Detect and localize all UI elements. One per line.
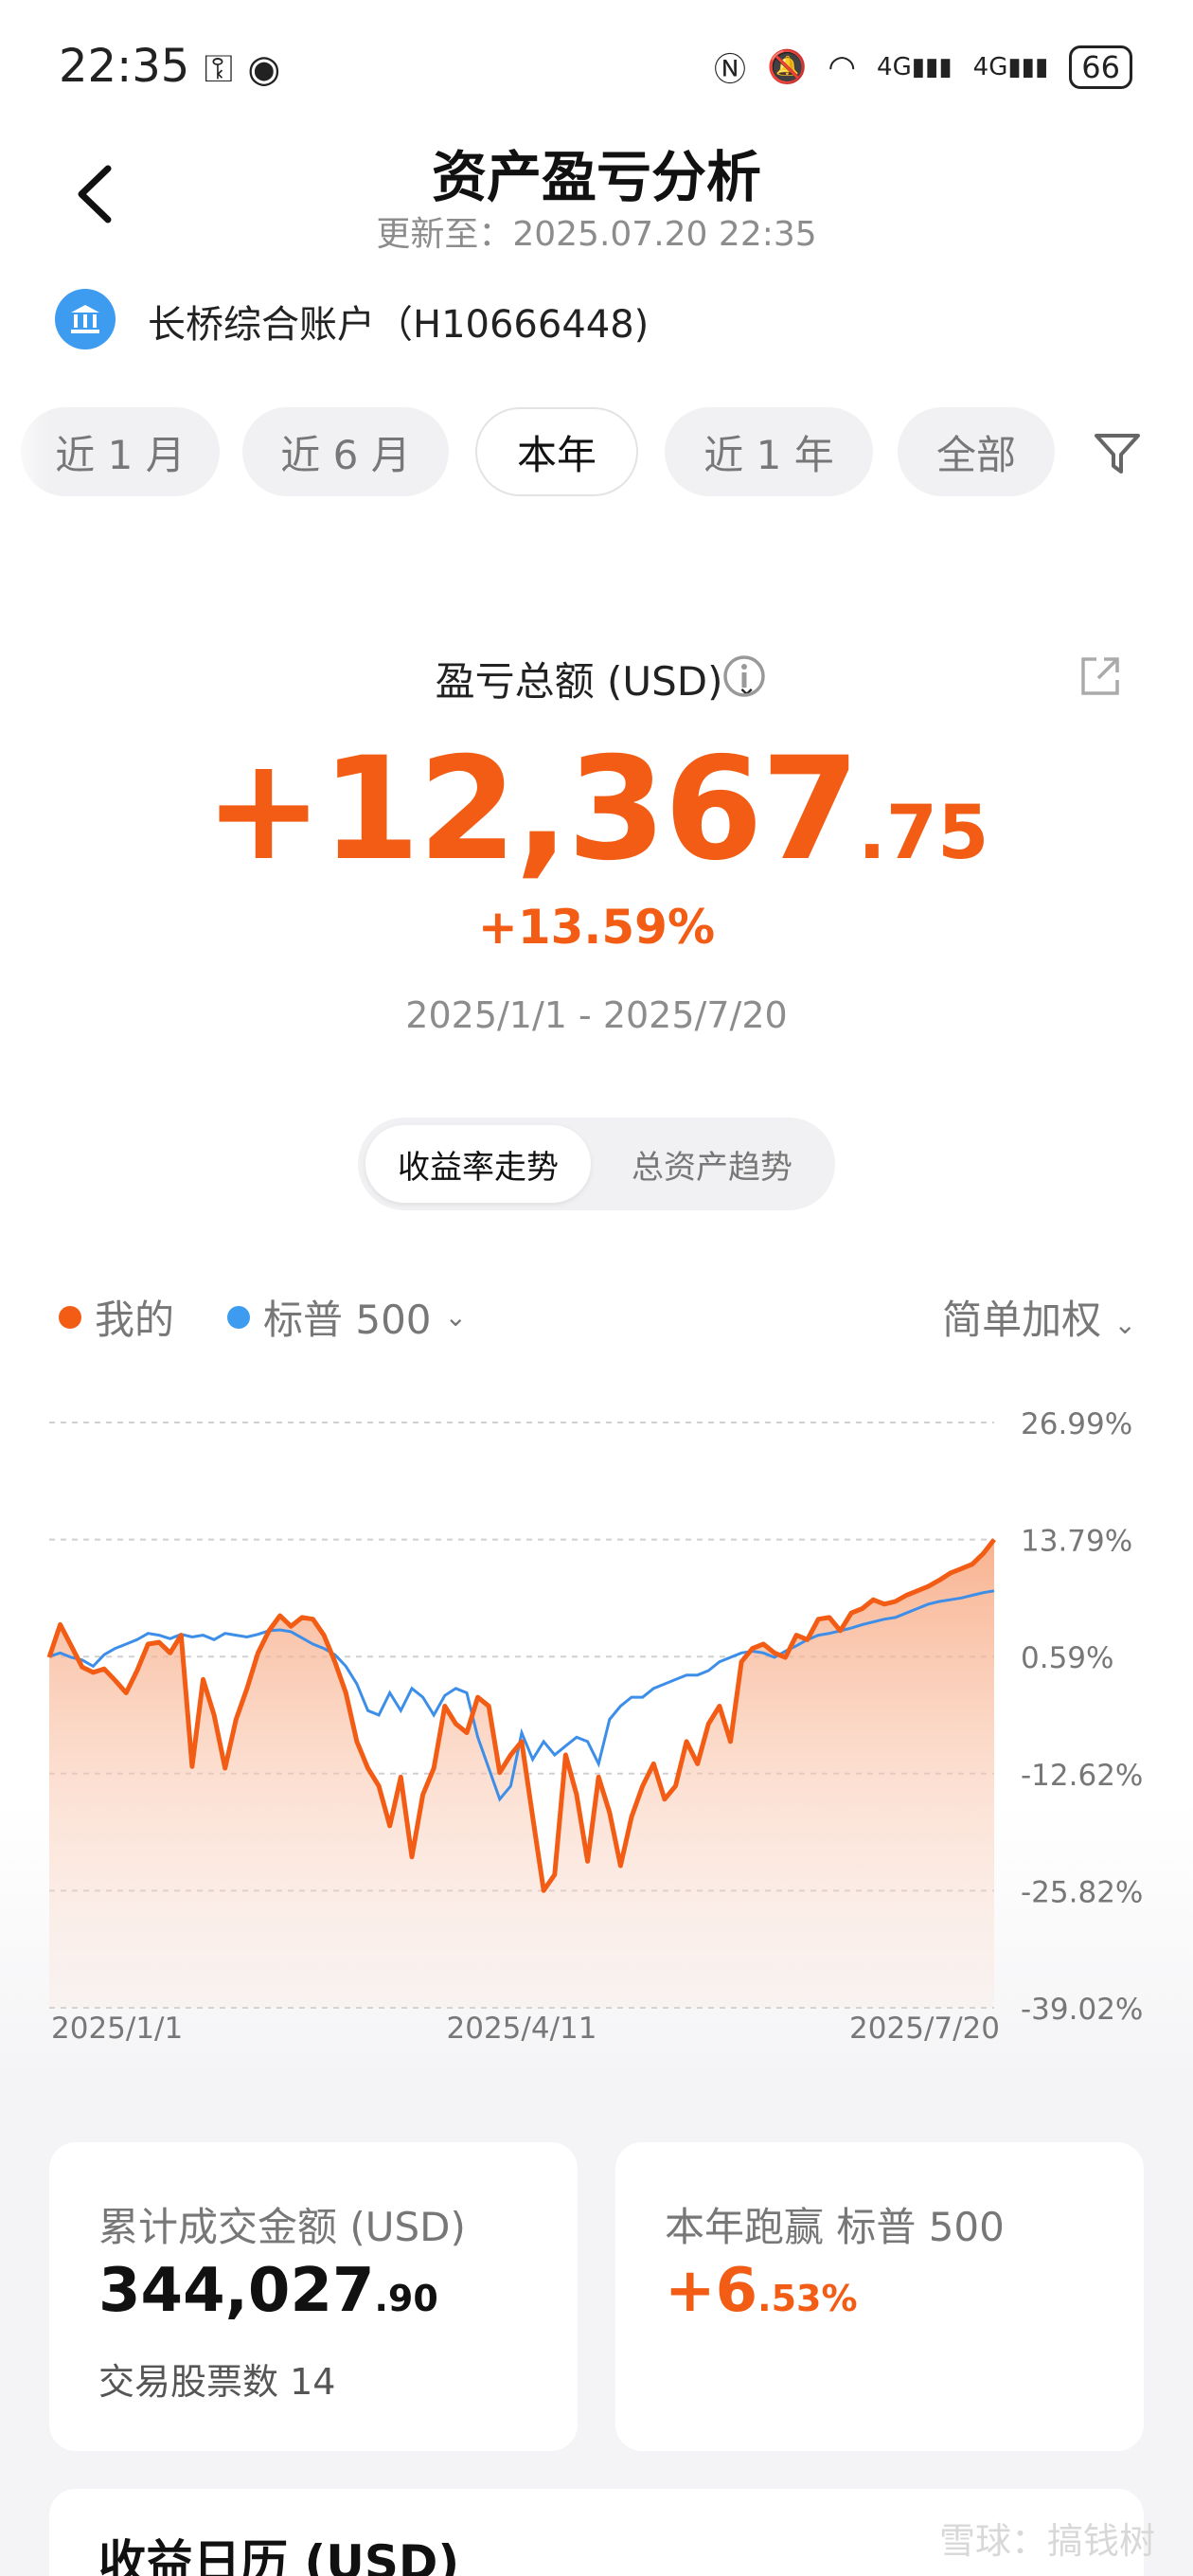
- y-tick-label: 0.59%: [1021, 1641, 1113, 1675]
- series-mine-area: [49, 1539, 994, 2008]
- turnover-label: 累计成交金额 (USD): [98, 2204, 466, 2250]
- tab-all[interactable]: 全部: [898, 407, 1055, 496]
- date-range: 2025/1/1 - 2025/7/20: [405, 994, 788, 1036]
- beat-dec: .53%: [757, 2278, 858, 2319]
- tab-fade: [0, 407, 49, 496]
- chevron-down-icon: ⌄: [444, 1301, 467, 1333]
- key-icon: ⚿: [204, 47, 234, 91]
- legend-benchmark-label: 标普 500: [263, 1297, 432, 1343]
- turnover-int: 344,027: [98, 2256, 375, 2326]
- pnl-total-selector[interactable]: 盈亏总额 (USD) ⌄: [0, 650, 1193, 707]
- account-selector[interactable]: 长桥综合账户（H10666448): [148, 294, 649, 349]
- filter-icon[interactable]: [1089, 424, 1146, 481]
- stocks-count: 交易股票数 14: [98, 2361, 336, 2403]
- benchmark-selector[interactable]: 标普 500 ⌄: [227, 1288, 467, 1346]
- x-tick-label: 2025/1/1: [51, 2012, 183, 2046]
- tab-1-month[interactable]: 近 1 月: [21, 407, 220, 496]
- mute-icon: 🔕: [767, 47, 808, 86]
- info-icon[interactable]: [721, 653, 767, 699]
- y-tick-label: 13.79%: [1021, 1525, 1132, 1559]
- pnl-amount: +12,367.75: [0, 727, 1193, 892]
- turnover-dec: .90: [374, 2278, 438, 2319]
- y-tick-label: -39.02%: [1021, 1993, 1143, 2027]
- beat-value: +6.53%: [665, 2256, 858, 2326]
- legend-mine: 我的: [59, 1288, 174, 1346]
- pnl-total-label: 盈亏总额 (USD): [435, 658, 723, 705]
- y-tick-label: -12.62%: [1021, 1759, 1143, 1793]
- page-title: 资产盈亏分析: [431, 145, 761, 209]
- profit-calendar-title: 收益日历 (USD): [98, 2535, 460, 2576]
- chevron-down-icon: ⌄: [1113, 1309, 1136, 1340]
- x-tick-label: 2025/7/20: [849, 2012, 1000, 2046]
- wifi-icon: ◠: [828, 47, 857, 86]
- pnl-amount-int: +12,367: [204, 727, 861, 892]
- weighting-label: 简单加权: [942, 1297, 1102, 1343]
- status-time: 22:35 ⚿ ◉: [59, 40, 281, 93]
- pnl-amount-dec: .75: [858, 791, 989, 876]
- beat-label: 本年跑赢 标普 500: [665, 2204, 1005, 2250]
- legend-mine-label: 我的: [95, 1297, 175, 1343]
- status-icons: Ⓝ 🔕 ◠ 4G▮▮▮ 4G▮▮▮ 66: [714, 44, 1132, 90]
- tab-6-months[interactable]: 近 6 月: [242, 407, 449, 496]
- weighting-selector[interactable]: 简单加权 ⌄: [942, 1288, 1136, 1346]
- signal-4g-icon: 4G▮▮▮: [877, 52, 953, 81]
- yield-chart: 26.99% 13.79% 0.59% -12.62% -25.82% -39.02% 2…: [46, 1407, 1143, 2046]
- update-time: 更新至：2025.07.20 22:35: [376, 215, 817, 254]
- x-tick-label: 2025/4/11: [447, 2012, 597, 2046]
- share-icon[interactable]: [1077, 653, 1123, 699]
- signal-4g-icon: 4G▮▮▮: [972, 52, 1049, 81]
- legend-dot-blue: [227, 1305, 250, 1329]
- yield-trend-tab[interactable]: 收益率走势: [365, 1125, 591, 1203]
- turnover-card: 累计成交金额 (USD) 344,027.90 交易股票数 14: [49, 2142, 578, 2451]
- bank-icon: [55, 289, 116, 349]
- pnl-percent: +13.59%: [477, 900, 716, 955]
- tab-this-year[interactable]: 本年: [475, 407, 638, 496]
- nfc-icon: Ⓝ: [714, 51, 747, 89]
- beat-benchmark-card: 本年跑赢 标普 500 +6.53%: [615, 2142, 1144, 2451]
- y-tick-label: -25.82%: [1021, 1875, 1143, 1909]
- battery-indicator: 66: [1069, 45, 1132, 89]
- eye-icon: ◉: [247, 47, 281, 91]
- legend-dot-orange: [59, 1305, 81, 1329]
- watermark: 雪球：搞钱树: [938, 2520, 1155, 2562]
- turnover-value: 344,027.90: [98, 2256, 438, 2326]
- total-assets-tab[interactable]: 总资产趋势: [596, 1125, 828, 1203]
- tab-1-year[interactable]: 近 1 年: [665, 407, 873, 496]
- beat-int: +6: [665, 2256, 758, 2326]
- y-tick-label: 26.99%: [1021, 1407, 1132, 1441]
